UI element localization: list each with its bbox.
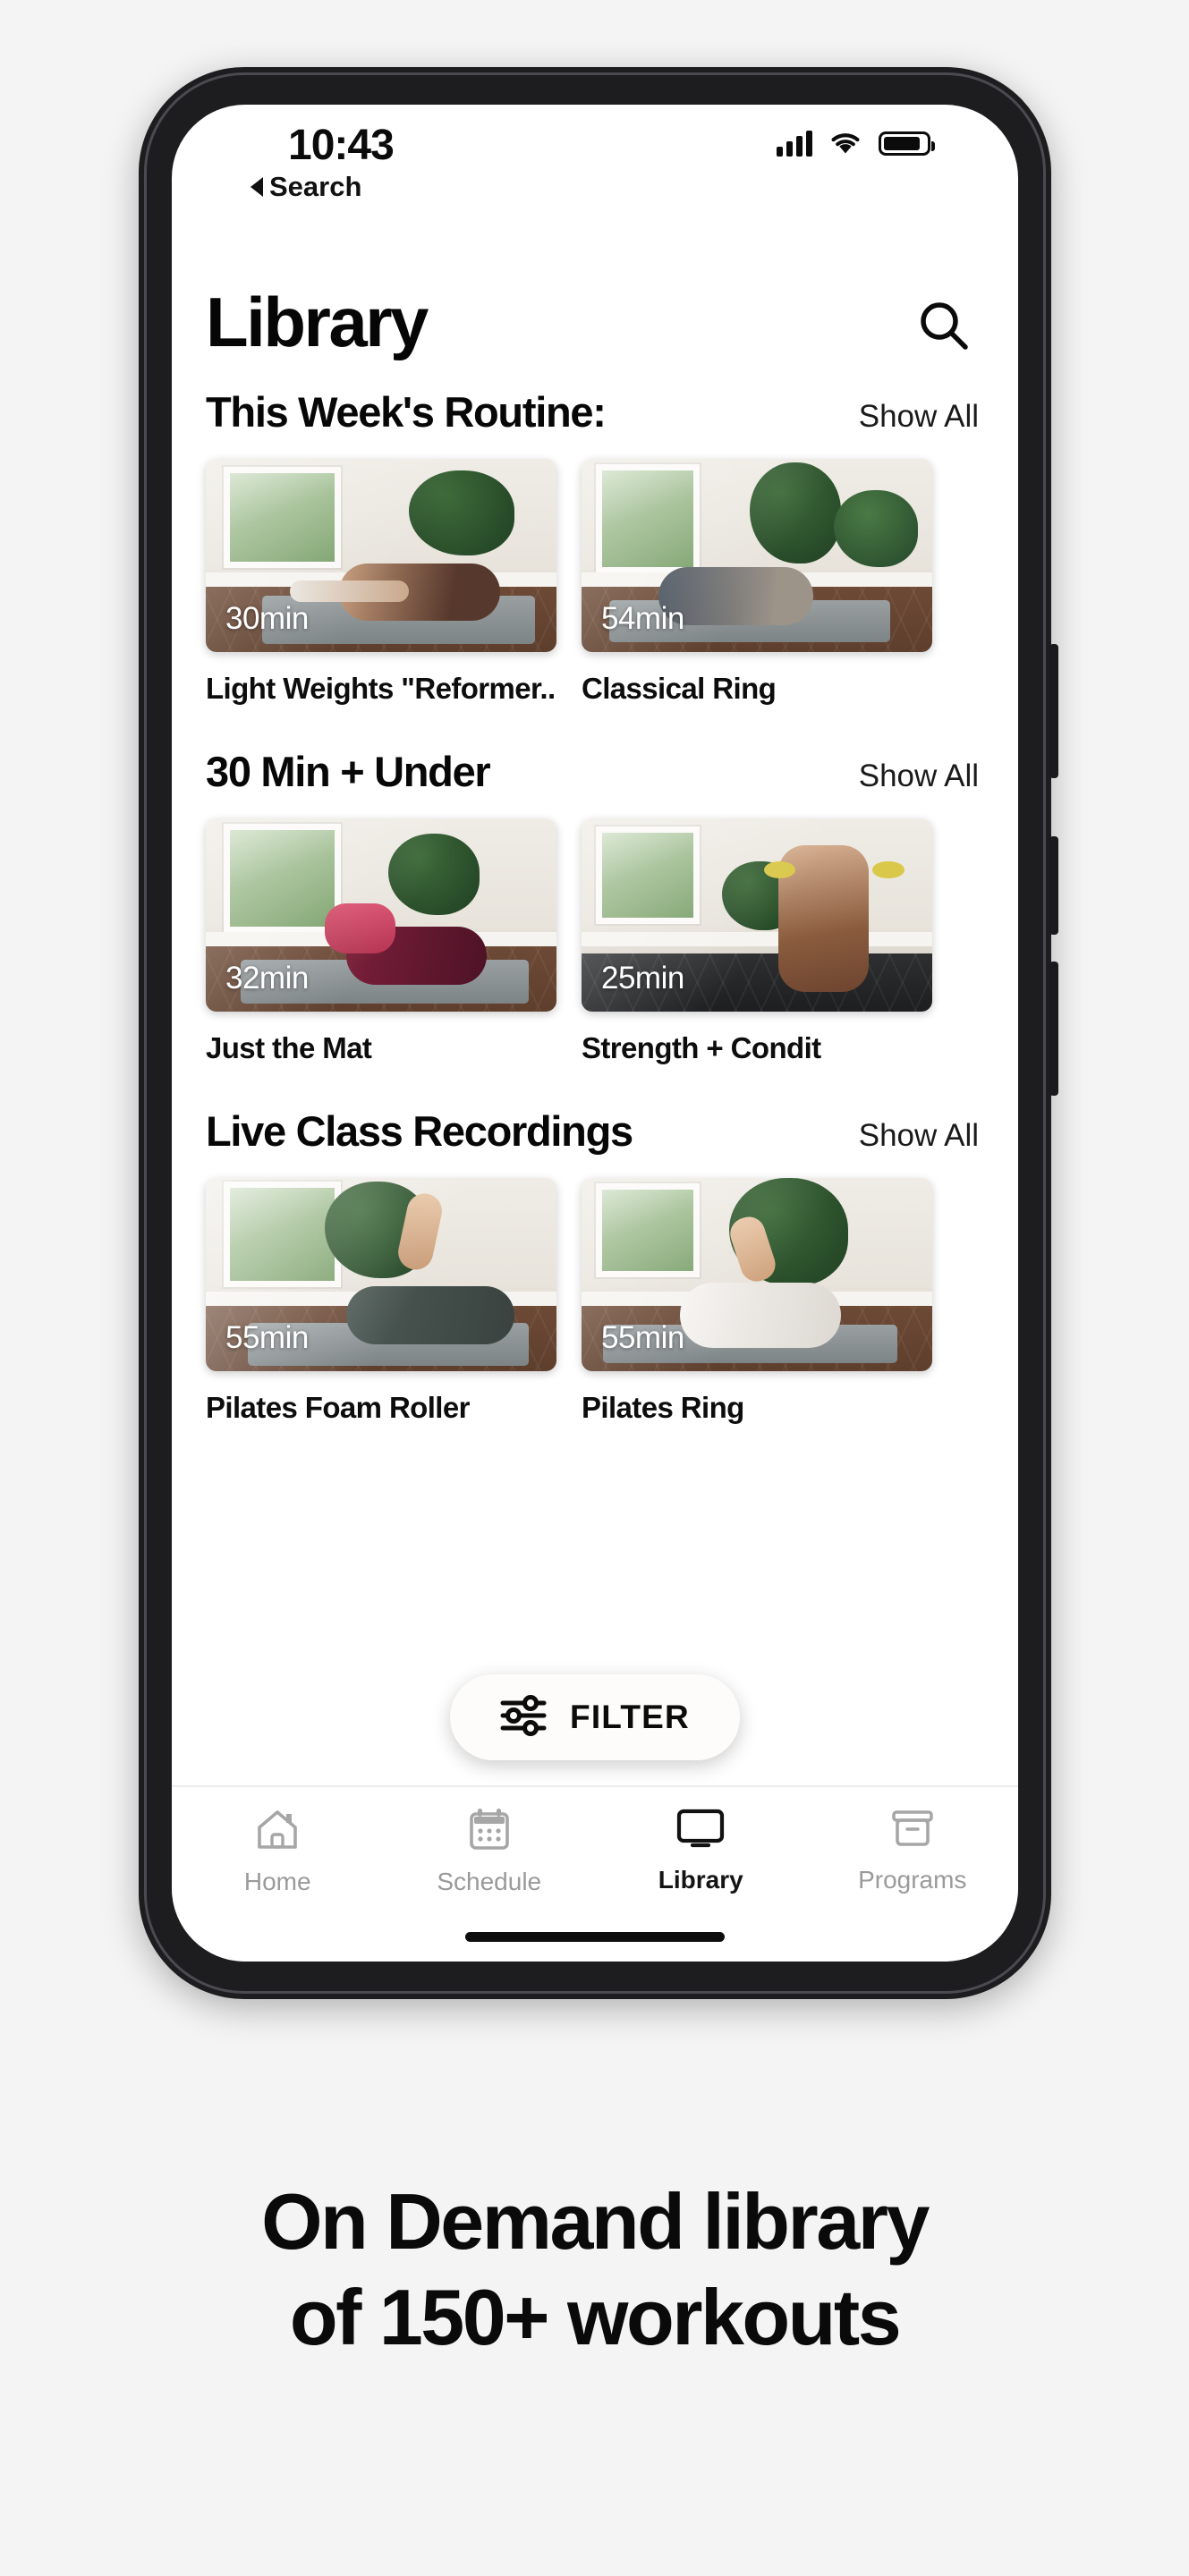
workout-title: Light Weights "Reformer... bbox=[206, 672, 556, 705]
section-this-weeks-routine: This Week's Routine: Show All 30min Ligh… bbox=[172, 387, 1018, 706]
workout-card[interactable]: 30min Light Weights "Reformer... bbox=[206, 459, 556, 706]
tab-label: Programs bbox=[858, 1866, 967, 1894]
tab-label: Library bbox=[658, 1866, 743, 1894]
workout-duration: 54min bbox=[601, 601, 684, 636]
show-all-link[interactable]: Show All bbox=[859, 758, 979, 794]
page-title: Library bbox=[206, 283, 429, 361]
caption-line-2: of 150+ workouts bbox=[289, 2273, 902, 2362]
workout-title: Strength + Condit bbox=[582, 1031, 821, 1064]
bottom-tab-bar: Home Schedule Library Programs bbox=[172, 1785, 1018, 1962]
back-to-search-button[interactable]: Search bbox=[251, 171, 361, 203]
phone-screen: 10:43 Search Library This Week's Routine… bbox=[172, 105, 1018, 1962]
wifi-icon bbox=[828, 131, 862, 156]
workout-card[interactable]: 55min Pilates Ring bbox=[582, 1178, 932, 1425]
workout-card[interactable]: 54min Classical Ring bbox=[582, 459, 932, 706]
workout-duration: 55min bbox=[601, 1320, 684, 1355]
tab-label: Home bbox=[243, 1868, 311, 1895]
section-header: 30 Min + Under Show All bbox=[172, 747, 1018, 811]
section-title: This Week's Routine: bbox=[206, 388, 607, 436]
tab-library[interactable]: Library bbox=[595, 1787, 807, 1894]
phone-side-button-mid[interactable] bbox=[1049, 836, 1058, 935]
tab-programs[interactable]: Programs bbox=[807, 1787, 1019, 1894]
section-live-class-recordings: Live Class Recordings Show All 55min Pil… bbox=[172, 1106, 1018, 1425]
section-30-min-under: 30 Min + Under Show All 32min Just the M… bbox=[172, 747, 1018, 1065]
workout-duration: 55min bbox=[225, 1320, 309, 1355]
phone-side-button-top[interactable] bbox=[1049, 644, 1058, 778]
status-bar: 10:43 Search bbox=[172, 105, 1018, 212]
workout-thumbnail[interactable]: 30min bbox=[206, 459, 556, 652]
show-all-link[interactable]: Show All bbox=[859, 1118, 979, 1154]
phone-mockup: 10:43 Search Library This Week's Routine… bbox=[139, 67, 1058, 1999]
sliders-icon bbox=[500, 1694, 547, 1741]
show-all-link[interactable]: Show All bbox=[859, 399, 979, 435]
workout-thumbnail[interactable]: 25min bbox=[582, 818, 932, 1012]
workout-card[interactable]: 55min Pilates Foam Roller bbox=[206, 1178, 556, 1425]
home-indicator[interactable] bbox=[465, 1932, 725, 1942]
section-header: This Week's Routine: Show All bbox=[172, 387, 1018, 452]
workout-title: Pilates Ring bbox=[582, 1391, 744, 1424]
workout-thumbnail[interactable]: 32min bbox=[206, 818, 556, 1012]
filter-button-label: FILTER bbox=[570, 1699, 690, 1735]
workout-thumbnail[interactable]: 55min bbox=[206, 1178, 556, 1371]
workout-title: Classical Ring bbox=[582, 672, 777, 705]
filter-button[interactable]: FILTER bbox=[450, 1674, 740, 1760]
battery-icon bbox=[879, 131, 935, 156]
workout-card[interactable]: 25min Strength + Condit bbox=[582, 818, 932, 1065]
monitor-icon bbox=[675, 1807, 726, 1854]
workout-thumbnail[interactable]: 54min bbox=[582, 459, 932, 652]
workout-duration: 32min bbox=[225, 961, 309, 996]
section-card-row: 30min Light Weights "Reformer... 54min C… bbox=[172, 459, 1018, 706]
calendar-icon bbox=[467, 1807, 512, 1856]
workout-card[interactable]: 32min Just the Mat bbox=[206, 818, 556, 1065]
tab-schedule[interactable]: Schedule bbox=[384, 1787, 596, 1896]
back-label: Search bbox=[269, 171, 362, 202]
phone-side-button-bottom[interactable] bbox=[1049, 962, 1058, 1096]
section-header: Live Class Recordings Show All bbox=[172, 1106, 1018, 1171]
tab-label: Schedule bbox=[437, 1868, 542, 1895]
page-header: Library bbox=[172, 271, 1018, 387]
workout-title: Pilates Foam Roller bbox=[206, 1391, 470, 1424]
archive-icon bbox=[889, 1807, 936, 1854]
section-title: Live Class Recordings bbox=[206, 1107, 633, 1155]
section-title: 30 Min + Under bbox=[206, 748, 491, 795]
tab-home[interactable]: Home bbox=[172, 1787, 384, 1896]
status-bar-clock: 10:43 bbox=[288, 122, 395, 169]
workout-duration: 30min bbox=[225, 601, 309, 636]
home-icon bbox=[254, 1807, 301, 1856]
library-scroll-content[interactable]: This Week's Routine: Show All 30min Ligh… bbox=[172, 387, 1018, 1787]
marketing-caption: On Demand library of 150+ workouts bbox=[0, 2174, 1189, 2366]
caption-line-1: On Demand library bbox=[261, 2177, 930, 2266]
workout-duration: 25min bbox=[601, 961, 684, 996]
search-icon[interactable] bbox=[916, 298, 972, 353]
section-card-row: 55min Pilates Foam Roller 55min Pilates … bbox=[172, 1178, 1018, 1425]
cellular-signal-icon bbox=[777, 130, 812, 157]
workout-title: Just the Mat bbox=[206, 1031, 372, 1064]
status-bar-indicators bbox=[777, 130, 935, 157]
workout-thumbnail[interactable]: 55min bbox=[582, 1178, 932, 1371]
back-arrow-icon bbox=[251, 177, 263, 197]
section-card-row: 32min Just the Mat 25min Strength + Cond… bbox=[172, 818, 1018, 1065]
